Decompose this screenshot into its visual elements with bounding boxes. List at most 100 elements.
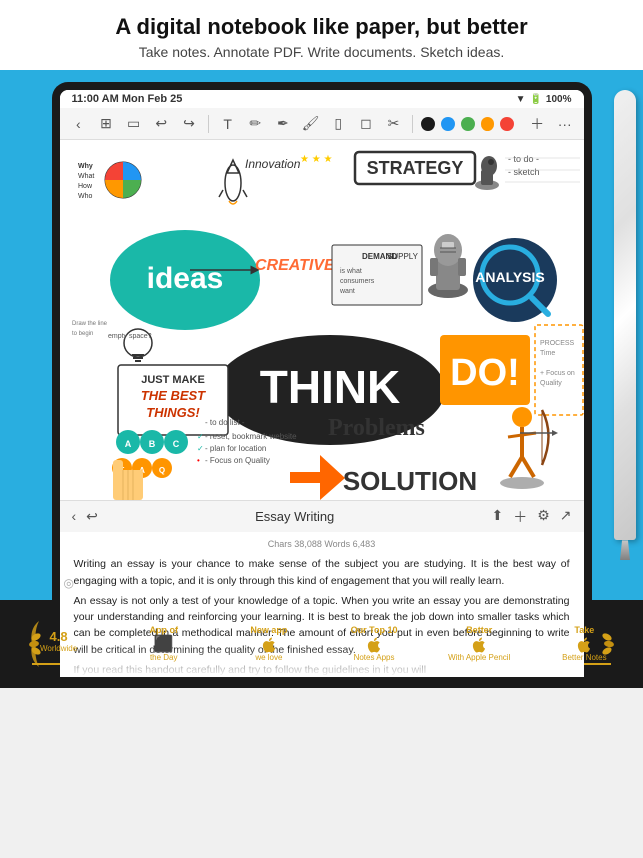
- grid-icon[interactable]: ⊞: [95, 113, 117, 135]
- back-button[interactable]: ‹: [68, 113, 90, 135]
- apple-pencil: [611, 90, 639, 580]
- svg-text:Problems: Problems: [328, 415, 425, 441]
- svg-text:How: How: [78, 183, 93, 190]
- redo-icon[interactable]: ↪: [178, 113, 200, 135]
- svg-text:STRATEGY: STRATEGY: [366, 158, 463, 178]
- main-title: A digital notebook like paper, but bette…: [20, 14, 623, 40]
- color-blue[interactable]: [441, 117, 455, 131]
- svg-text:•: •: [197, 456, 200, 465]
- pencil-body: [614, 90, 636, 540]
- brush-tool[interactable]: 🖌: [300, 113, 322, 135]
- sketch-canvas: Why What How Who Innovation: [60, 140, 584, 500]
- svg-text:empty space?: empty space?: [108, 333, 152, 340]
- badge-pencil-line2: With Apple Pencil: [448, 654, 510, 663]
- badge-top10-line1: Our Top 10: [351, 626, 398, 636]
- text-tool[interactable]: T: [217, 113, 239, 135]
- badge-app-day-line2: the Day: [150, 654, 178, 663]
- svg-text:Who: Who: [78, 193, 93, 200]
- settings-icon[interactable]: ⚙: [537, 507, 550, 527]
- color-black[interactable]: [421, 117, 435, 131]
- svg-text:THE BEST: THE BEST: [140, 388, 205, 403]
- essay-paragraph-1: Writing an essay is your chance to make …: [74, 556, 570, 589]
- svg-text:- reset, bookmark website: - reset, bookmark website: [205, 432, 297, 441]
- badge-notes-line1: Take: [574, 626, 594, 636]
- ipad-screen: 11:00 AM Mon Feb 25 ▼ 🔋 100% ‹ ⊞ ▭ ↩ ↪ T…: [60, 90, 584, 677]
- pencil-tip: [620, 540, 630, 560]
- svg-text:is what: is what: [340, 268, 362, 275]
- badge-top10-apple: [365, 636, 383, 654]
- battery-icon: 🔋: [529, 94, 541, 105]
- share-icon[interactable]: ⬆: [491, 507, 503, 527]
- essay-left-icon: ◎: [64, 574, 74, 593]
- svg-text:Why: Why: [78, 163, 93, 170]
- export-icon[interactable]: ↗: [560, 507, 572, 527]
- svg-text:ideas: ideas: [146, 262, 223, 295]
- svg-text:C: C: [172, 439, 179, 449]
- main-subtitle: Take notes. Annotate PDF. Write document…: [20, 44, 623, 60]
- svg-text:want: want: [339, 288, 355, 295]
- pen-tool[interactable]: ✏: [244, 113, 266, 135]
- sketch-bottom-bar: ‹ ↩ Essay Writing ⬆ ＋ ⚙ ↗: [60, 500, 584, 532]
- color-orange[interactable]: [481, 117, 495, 131]
- badge-notes-line2: Better Notes: [562, 654, 606, 663]
- svg-text:Q: Q: [158, 466, 164, 475]
- svg-text:- plan for location: - plan for location: [205, 444, 266, 453]
- svg-text:to begin: to begin: [72, 331, 93, 337]
- divider-2: [412, 115, 413, 133]
- svg-text:✓: ✓: [197, 444, 204, 453]
- badge-pencil-apple: [470, 636, 488, 654]
- svg-text:- Focus on Quality: - Focus on Quality: [205, 456, 270, 465]
- undo-nav-icon[interactable]: ↩: [86, 508, 98, 525]
- sketchpad[interactable]: Why What How Who Innovation: [60, 140, 584, 500]
- eraser-tool[interactable]: ◻: [355, 113, 377, 135]
- status-bar: 11:00 AM Mon Feb 25 ▼ 🔋 100%: [60, 90, 584, 108]
- wifi-icon: ▼: [516, 94, 526, 105]
- badge-notes-apple: [575, 636, 593, 654]
- badge-app-day-line1: App of: [149, 626, 178, 636]
- back-nav-icon[interactable]: ‹: [72, 508, 77, 525]
- badge-top10-line2: Notes Apps: [354, 654, 395, 663]
- divider-1: [208, 115, 209, 133]
- badge-rating-number: 4.8: [50, 630, 68, 644]
- color-red[interactable]: [500, 117, 514, 131]
- lasso-tool[interactable]: ✂: [383, 113, 405, 135]
- svg-text:consumers: consumers: [340, 278, 375, 285]
- svg-text:+ Focus on: + Focus on: [540, 370, 575, 377]
- svg-text:- to do list -: - to do list -: [205, 418, 245, 427]
- bottom-bar-left-icons[interactable]: ‹ ↩: [72, 508, 98, 525]
- svg-text:✓: ✓: [197, 432, 204, 441]
- svg-text:ANALYSIS: ANALYSIS: [475, 269, 545, 285]
- add-icon[interactable]: ＋: [526, 113, 548, 135]
- toolbar: ‹ ⊞ ▭ ↩ ↪ T ✏ ✒ 🖌 ▯ ◻ ✂ ＋: [60, 108, 584, 140]
- svg-text:SUPPLY: SUPPLY: [387, 252, 419, 261]
- page-icon[interactable]: ▭: [123, 113, 145, 135]
- bottom-bar-right-icons[interactable]: ⬆ ＋ ⚙ ↗: [491, 507, 571, 527]
- pencil-tool[interactable]: ✒: [272, 113, 294, 135]
- svg-text:★ ★ ★: ★ ★ ★: [300, 154, 332, 165]
- svg-text:PROCESS: PROCESS: [540, 340, 575, 347]
- status-time: 11:00 AM Mon Feb 25: [72, 93, 183, 105]
- essay-meta: Chars 38,088 Words 6,483: [74, 538, 570, 552]
- badge-new-app-line2: we love: [255, 654, 282, 663]
- svg-text:THINGS!: THINGS!: [146, 405, 200, 420]
- badge-rating-label: Worldwide: [40, 645, 77, 654]
- svg-text:Quality: Quality: [540, 380, 562, 387]
- add-nav-icon[interactable]: ＋: [513, 507, 527, 527]
- svg-text:Draw the line: Draw the line: [72, 321, 108, 327]
- color-green[interactable]: [461, 117, 475, 131]
- badge-new-app-line1: New app: [250, 626, 287, 636]
- badge-pencil-line1: Better: [466, 626, 492, 636]
- svg-text:JUST MAKE: JUST MAKE: [141, 374, 205, 386]
- svg-text:- sketch: - sketch: [508, 167, 540, 177]
- highlighter-tool[interactable]: ▯: [327, 113, 349, 135]
- badge-app-day-apple-icon: ⬛: [154, 636, 174, 654]
- svg-text:THINK: THINK: [259, 361, 400, 413]
- undo-icon[interactable]: ↩: [150, 113, 172, 135]
- app-header: A digital notebook like paper, but bette…: [0, 0, 643, 70]
- svg-text:SOLUTION: SOLUTION: [342, 466, 476, 496]
- svg-text:- to do -: - to do -: [508, 154, 539, 164]
- svg-text:B: B: [148, 439, 155, 449]
- ipad-frame: 11:00 AM Mon Feb 25 ▼ 🔋 100% ‹ ⊞ ▭ ↩ ↪ T…: [52, 82, 592, 600]
- more-icon[interactable]: ···: [554, 113, 576, 135]
- badge-new-app-apple: [260, 636, 278, 654]
